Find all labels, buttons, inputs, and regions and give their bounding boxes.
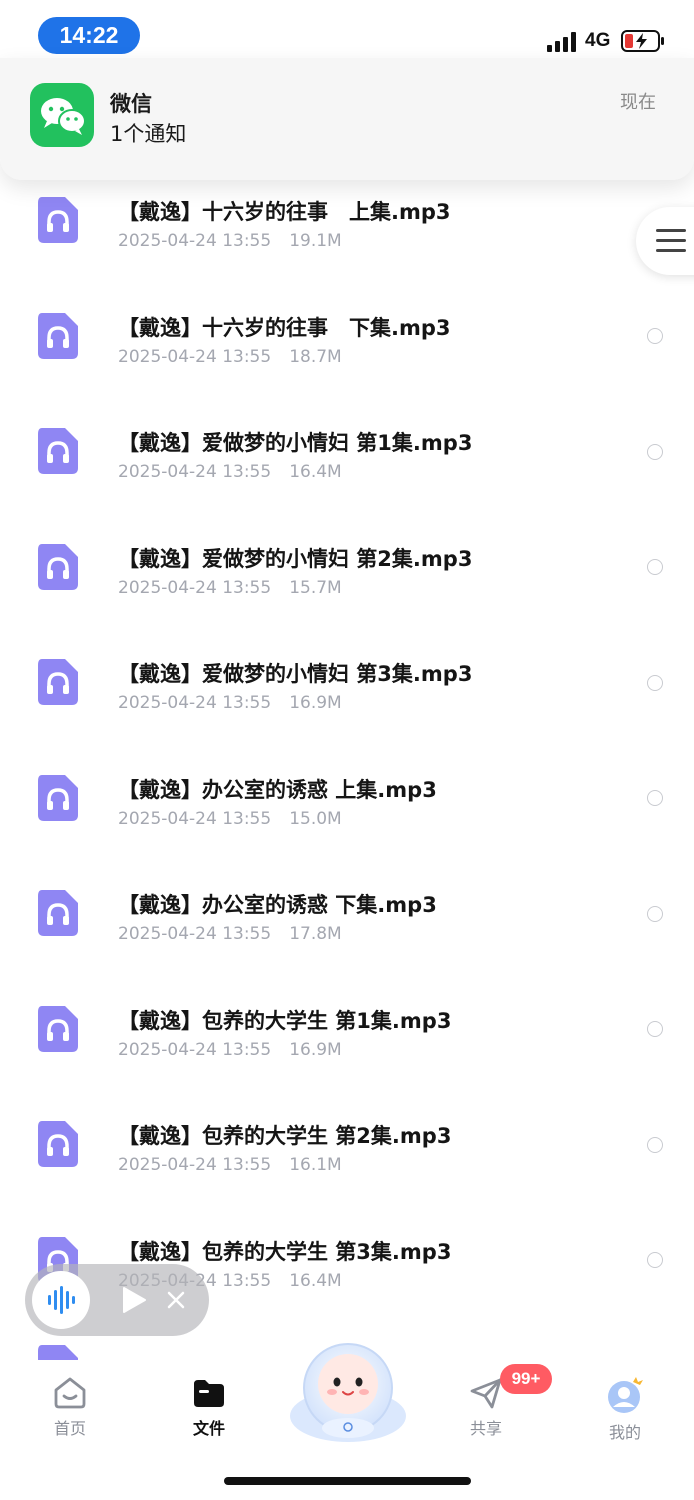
wechat-app-icon (30, 83, 94, 147)
file-row[interactable]: 【戴逸】办公室的诱惑 上集.mp3 2025-04-24 13:55 15.0M (0, 753, 694, 869)
select-checkbox[interactable] (647, 1137, 663, 1153)
file-row[interactable]: 【戴逸】十六岁的往事 上集.mp3 2025-04-24 13:55 19.1M (0, 175, 694, 291)
audio-file-icon (38, 890, 78, 936)
file-name: 【戴逸】爱做梦的小情妇 第1集.mp3 (118, 431, 473, 455)
file-name: 【戴逸】办公室的诱惑 下集.mp3 (118, 893, 437, 917)
file-date: 2025-04-24 13:55 (118, 808, 272, 829)
audio-file-icon (38, 659, 78, 705)
notification-app-name: 微信 (110, 92, 152, 116)
audio-file-icon (38, 312, 78, 359)
tab-label: 文件 (192, 1419, 225, 1438)
file-meta: 2025-04-24 13:55 15.7M (118, 578, 342, 598)
file-row[interactable]: 【戴逸】十六岁的往事 下集.mp3 2025-04-24 13:55 18.7M (0, 291, 694, 407)
file-date: 2025-04-24 13:55 (118, 693, 272, 713)
send-icon (470, 1378, 502, 1409)
select-checkbox[interactable] (647, 559, 663, 575)
file-meta: 2025-04-24 13:55 19.1M (118, 231, 342, 251)
file-size: 16.9M (289, 693, 342, 713)
tab-label: 共享 (469, 1419, 502, 1438)
notification-time: 现在 (620, 92, 656, 113)
play-icon[interactable] (121, 1286, 147, 1314)
network-type: 4G (585, 30, 611, 51)
share-count-badge: 99+ (500, 1364, 552, 1394)
file-date: 2025-04-24 13:55 (118, 1155, 272, 1175)
file-date: 2025-04-24 13:55 (118, 577, 272, 598)
select-checkbox[interactable] (647, 906, 663, 922)
file-name: 【戴逸】十六岁的往事 上集.mp3 (118, 200, 451, 224)
select-checkbox[interactable] (647, 444, 663, 460)
select-checkbox[interactable] (647, 1252, 663, 1268)
wechat-notification[interactable]: 微信 1个通知 现在 (0, 58, 694, 180)
tab-files[interactable]: 文件 (169, 1360, 249, 1439)
audio-file-icon (38, 428, 78, 474)
audio-file-icon (38, 774, 78, 821)
file-size: 18.7M (289, 346, 342, 367)
file-date: 2025-04-24 13:55 (118, 462, 272, 482)
file-row[interactable]: 【戴逸】包养的大学生 第1集.mp3 2025-04-24 13:55 16.9M (0, 984, 694, 1100)
file-meta: 2025-04-24 13:55 18.7M (118, 347, 342, 367)
file-size: 17.8M (289, 924, 342, 944)
tab-label: 首页 (53, 1419, 86, 1438)
tab-profile[interactable]: 我的 (585, 1360, 665, 1443)
file-meta: 2025-04-24 13:55 16.9M (118, 1040, 342, 1060)
file-row[interactable]: 【戴逸】爱做梦的小情妇 第3集.mp3 2025-04-24 13:55 16.9… (0, 637, 694, 753)
file-size: 16.1M (289, 1155, 342, 1175)
file-name: 【戴逸】爱做梦的小情妇 第3集.mp3 (118, 662, 473, 686)
file-date: 2025-04-24 13:55 (118, 231, 272, 251)
file-meta: 2025-04-24 13:55 16.4M (118, 462, 342, 482)
file-size: 15.0M (289, 808, 342, 829)
file-list: 【戴逸】十六岁的往事 上集.mp3 2025-04-24 13:55 19.1M … (0, 175, 694, 1370)
select-checkbox[interactable] (647, 328, 663, 344)
file-date: 2025-04-24 13:55 (118, 924, 272, 944)
audio-wave-button[interactable] (32, 1271, 90, 1329)
wechat-logo-icon (41, 98, 86, 135)
file-row[interactable]: 【戴逸】包养的大学生 第2集.mp3 2025-04-24 13:55 16.1M (0, 1099, 694, 1215)
file-size: 16.9M (289, 1039, 342, 1060)
audio-file-icon (38, 197, 78, 243)
tab-home[interactable]: 首页 (30, 1360, 110, 1439)
close-icon[interactable] (167, 1291, 185, 1309)
select-checkbox[interactable] (647, 790, 663, 806)
menu-icon (656, 229, 686, 252)
file-name: 【戴逸】爱做梦的小情妇 第2集.mp3 (118, 546, 473, 571)
file-name: 【戴逸】包养的大学生 第2集.mp3 (118, 1124, 452, 1148)
select-checkbox[interactable] (647, 675, 663, 691)
profile-icon (608, 1377, 643, 1413)
file-size: 16.4M (289, 462, 342, 482)
battery-charging-icon (621, 30, 664, 52)
file-row[interactable]: 【戴逸】爱做梦的小情妇 第2集.mp3 2025-04-24 13:55 15.7… (0, 522, 694, 638)
audio-file-icon (38, 1121, 78, 1167)
notification-body: 1个通知 (110, 122, 187, 146)
waveform-icon (48, 1286, 75, 1314)
file-meta: 2025-04-24 13:55 16.9M (118, 693, 342, 713)
file-date: 2025-04-24 13:55 (118, 346, 272, 367)
status-bar: 14:22 4G (0, 0, 694, 62)
folder-icon (194, 1380, 224, 1407)
signal-strength-icon (547, 32, 576, 52)
home-indicator[interactable] (224, 1477, 471, 1485)
home-icon (54, 1377, 86, 1409)
ai-assistant-mascot-icon[interactable] (288, 1338, 408, 1444)
file-name: 【戴逸】包养的大学生 第1集.mp3 (118, 1008, 452, 1033)
file-meta: 2025-04-24 13:55 17.8M (118, 924, 342, 944)
file-name: 【戴逸】十六岁的往事 下集.mp3 (118, 315, 451, 340)
file-name: 【戴逸】包养的大学生 第3集.mp3 (118, 1239, 452, 1264)
file-meta: 2025-04-24 13:55 16.1M (118, 1155, 342, 1175)
file-size: 16.4M (289, 1270, 342, 1291)
file-date: 2025-04-24 13:55 (118, 1039, 272, 1060)
file-name: 【戴逸】办公室的诱惑 上集.mp3 (118, 777, 437, 802)
select-checkbox[interactable] (647, 1021, 663, 1037)
mini-audio-player[interactable] (25, 1264, 209, 1336)
file-size: 15.7M (289, 577, 342, 598)
file-row[interactable]: 【戴逸】办公室的诱惑 下集.mp3 2025-04-24 13:55 17.8M (0, 868, 694, 984)
tab-label: 我的 (608, 1423, 641, 1442)
file-size: 19.1M (289, 231, 342, 251)
file-row[interactable]: 【戴逸】爱做梦的小情妇 第1集.mp3 2025-04-24 13:55 16.4… (0, 406, 694, 522)
file-meta: 2025-04-24 13:55 15.0M (118, 809, 342, 829)
audio-file-icon (38, 543, 78, 590)
status-time[interactable]: 14:22 (38, 17, 140, 54)
audio-file-icon (38, 1005, 78, 1052)
